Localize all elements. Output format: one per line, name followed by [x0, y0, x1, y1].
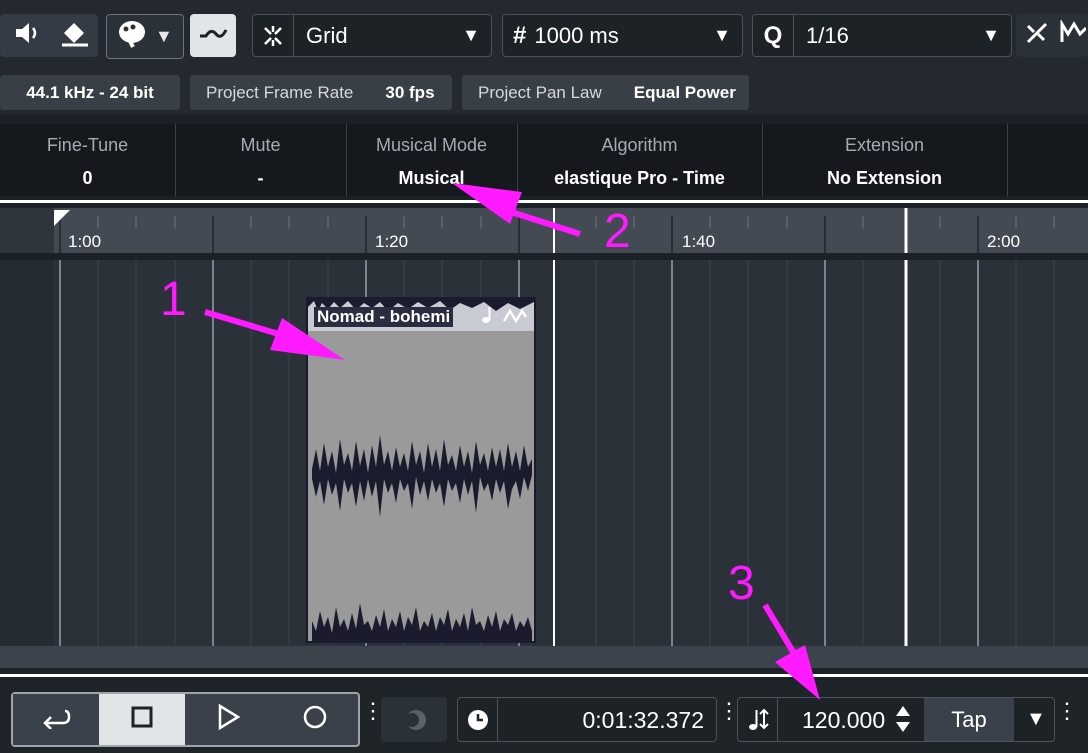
- snap-toggle-button[interactable]: [190, 14, 236, 57]
- event-name: Nomad - bohemi: [314, 307, 454, 327]
- cycle-icon: [41, 705, 71, 734]
- chevron-down-icon: ▼: [713, 25, 731, 45]
- ruler-label-1-40: 1:40: [682, 232, 716, 251]
- frame-rate-label: Project Frame Rate: [206, 82, 354, 102]
- mute-value: -: [257, 168, 264, 188]
- left-locator-marker: [54, 210, 70, 226]
- stop-icon: [131, 706, 153, 733]
- play-icon: [216, 703, 241, 735]
- ruler-label-1-00: 1:00: [68, 232, 102, 251]
- musical-note-icon: [480, 305, 496, 330]
- snap-type-dropdown[interactable]: Grid ▼: [252, 14, 492, 57]
- iterative-quantize-icon: [1024, 20, 1050, 51]
- palette-icon: [117, 19, 147, 54]
- time-ruler[interactable]: 1:00 1:20 1:40 2:00: [0, 208, 1088, 253]
- event-info-line: Fine-Tune 0 Mute - Musical Mode Musical …: [0, 124, 1088, 196]
- chevron-down-icon: ▼: [462, 25, 480, 45]
- warp-icon: [502, 307, 528, 330]
- event-title-bar: Nomad - bohemi: [308, 299, 534, 331]
- pan-law-label: Project Pan Law: [478, 82, 602, 102]
- musical-mode-field[interactable]: Musical Mode Musical: [346, 124, 518, 196]
- paint-bucket-icon: [60, 19, 90, 52]
- event-waveform: [312, 435, 532, 643]
- time-value: 0:01:32.372: [582, 707, 704, 733]
- clock-icon: [458, 698, 498, 741]
- algorithm-value: elastique Pro - Time: [554, 168, 725, 188]
- divider-line: [0, 200, 1088, 203]
- quantize-q-icon: Q: [753, 15, 794, 56]
- ruler-label-1-20: 1:20: [375, 232, 409, 251]
- stop-button[interactable]: [99, 694, 185, 745]
- punch-icon: [402, 708, 428, 737]
- mute-label: Mute: [240, 135, 281, 155]
- snap-curve-icon: [198, 20, 228, 51]
- sample-rate-value: 44.1 kHz - 24 bit: [26, 82, 154, 102]
- snap-type-value: Grid: [306, 22, 348, 48]
- hash-icon: #: [513, 21, 527, 49]
- annotation-number-2: 2: [604, 205, 631, 258]
- frame-rate-button[interactable]: Project Frame Rate 30 fps: [190, 75, 452, 110]
- quantize-value: 1/16: [806, 22, 849, 48]
- record-icon: [302, 704, 328, 735]
- tempo-value: 120.000: [802, 707, 886, 733]
- musical-mode-label: Musical Mode: [375, 135, 488, 155]
- mute-field[interactable]: Mute -: [175, 124, 347, 196]
- horizontal-scrollbar[interactable]: [0, 646, 1088, 668]
- palette-dropdown[interactable]: ▼: [106, 14, 184, 59]
- extension-field[interactable]: Extension No Extension: [762, 124, 1008, 196]
- sample-rate-button[interactable]: 44.1 kHz - 24 bit: [0, 75, 180, 110]
- record-button[interactable]: [271, 694, 358, 745]
- auto-scroll-button-group[interactable]: [0, 14, 98, 57]
- punch-button[interactable]: [381, 697, 447, 742]
- tempo-icon: [738, 698, 778, 741]
- audio-event[interactable]: Nomad - bohemi: [306, 297, 536, 643]
- ruler-label-2-00: 2:00: [987, 232, 1021, 251]
- tap-tempo-button[interactable]: Tap: [924, 698, 1014, 741]
- main-toolbar: ▼ Grid ▼ # 1000 ms ▼ Q 1/16 ▼: [0, 0, 1088, 72]
- musical-mode-value: Musical: [398, 168, 465, 188]
- algorithm-field[interactable]: Algorithm elastique Pro - Time: [517, 124, 763, 196]
- audio-warp-icon: [1060, 18, 1088, 51]
- grid-type-dropdown[interactable]: # 1000 ms ▼: [502, 14, 743, 57]
- annotation-number-1: 1: [160, 273, 187, 326]
- chevron-down-icon: ▼: [982, 25, 1000, 45]
- grid-value: 1000 ms: [534, 22, 619, 48]
- divider-line: [0, 674, 1088, 677]
- fine-tune-field[interactable]: Fine-Tune 0: [0, 124, 176, 196]
- chevron-down-icon[interactable]: ▼: [1026, 708, 1046, 731]
- quantize-dropdown[interactable]: Q 1/16 ▼: [752, 14, 1012, 57]
- pan-law-button[interactable]: Project Pan Law Equal Power: [462, 75, 749, 110]
- chevron-down-icon: ▼: [155, 26, 173, 46]
- transport-controls: [11, 692, 360, 747]
- snap-magnet-icon: [253, 15, 294, 56]
- speaker-icon: [14, 20, 42, 51]
- cycle-button[interactable]: [13, 694, 99, 745]
- annotation-number-3: 3: [728, 557, 755, 610]
- ruler-ticks: [54, 208, 1055, 253]
- extension-label: Extension: [844, 135, 925, 155]
- time-display[interactable]: 0:01:32.372: [457, 697, 717, 742]
- play-button[interactable]: [185, 694, 271, 745]
- frame-rate-value: 30 fps: [385, 82, 435, 102]
- tempo-stepper-icon[interactable]: [894, 702, 912, 741]
- quantize-options-group[interactable]: [1016, 14, 1088, 57]
- drag-handle-icon[interactable]: ⋮: [1056, 700, 1078, 722]
- pan-law-value: Equal Power: [633, 82, 736, 102]
- fine-tune-label: Fine-Tune: [46, 135, 129, 155]
- tempo-display[interactable]: 120.000 Tap ▼: [737, 697, 1055, 742]
- algorithm-label: Algorithm: [601, 135, 678, 155]
- extension-value: No Extension: [826, 168, 942, 188]
- fine-tune-value: 0: [82, 168, 93, 188]
